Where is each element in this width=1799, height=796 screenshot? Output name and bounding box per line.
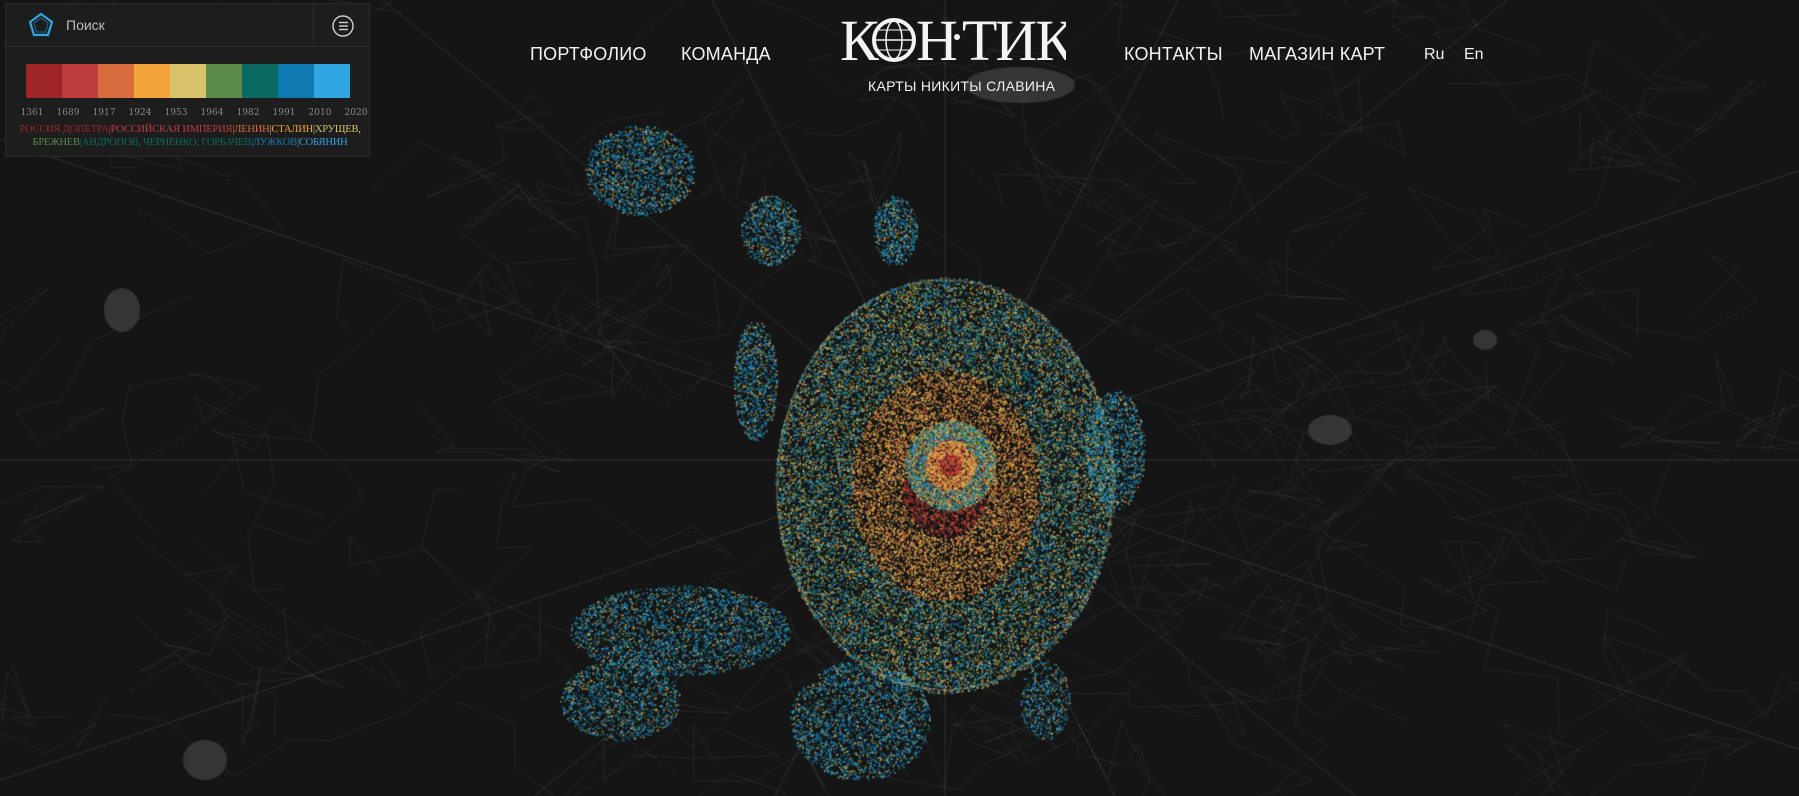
legend-panel: 1361 1689 1917 1924 1953 1964 1982 1991 2010 2020… [5,3,370,157]
layers-list-icon [332,15,354,37]
legend-swatch[interactable] [170,64,206,98]
nav-team[interactable]: КОМАНДА [681,44,771,65]
year-tick: 1361 [20,108,44,118]
search-input[interactable] [66,13,306,37]
era-label: АНДРОПОВ, ЧЕРНЕНКО, ГОРБАЧЕВ [81,137,251,148]
year-tick: 1982 [236,108,260,118]
svg-text:ТИКИ: ТИКИ [962,10,1066,70]
year-tick: 1924 [128,108,152,118]
era-labels: РОССИЯ ДОПЕТРА|РОССИЙСКАЯ ИМПЕРИЯ|ЛЕНИН|… [14,123,366,149]
nav-map-shop[interactable]: МАГАЗИН КАРТ [1249,44,1385,65]
legend-swatch[interactable] [278,64,314,98]
year-tick: 1917 [92,108,116,118]
era-label: ЛУЖКОВ [252,137,297,148]
legend-swatch[interactable] [206,64,242,98]
era-label: ХРУЩЕВ, [314,124,361,135]
layers-button[interactable] [313,4,371,46]
era-label: СТАЛИН [271,124,313,135]
era-label: ЛЕНИН [234,124,270,135]
legend-swatch[interactable] [134,64,170,98]
year-tick: 1964 [200,108,224,118]
year-tick: 1991 [272,108,296,118]
svg-text:Н: Н [916,10,958,70]
legend-swatch[interactable] [242,64,278,98]
year-tick: 1953 [164,108,188,118]
kon-tiki-logo[interactable]: К Н ТИКИ [840,10,1066,70]
year-ticks: 1361 1689 1917 1924 1953 1964 1982 1991 2010 2020 [14,108,368,120]
era-label: СОБЯНИН [298,137,348,148]
logo-subtitle: КАРТЫ НИКИТЫ СЛАВИНА [868,78,1056,94]
nav-portfolio[interactable]: ПОРТФОЛИО [530,44,647,65]
era-label: РОССИЯ ДОПЕТРА [19,124,109,135]
legend-swatch[interactable] [98,64,134,98]
legend-swatch[interactable] [26,64,62,98]
color-scale [26,64,350,98]
nav-contacts[interactable]: КОНТАКТЫ [1124,44,1223,65]
lang-en[interactable]: En [1464,46,1484,64]
year-tick: 2010 [308,108,332,118]
era-label: БРЕЖНЕВ [32,137,80,148]
legend-swatch[interactable] [62,64,98,98]
year-tick: 1689 [56,108,80,118]
legend-swatch[interactable] [314,64,350,98]
search-bar [6,4,369,47]
year-tick: 2020 [344,108,368,118]
pentagon-logo-icon[interactable] [28,12,54,38]
lang-ru[interactable]: Ru [1424,46,1444,64]
era-label: РОССИЙСКАЯ ИМПЕРИЯ [110,124,233,135]
